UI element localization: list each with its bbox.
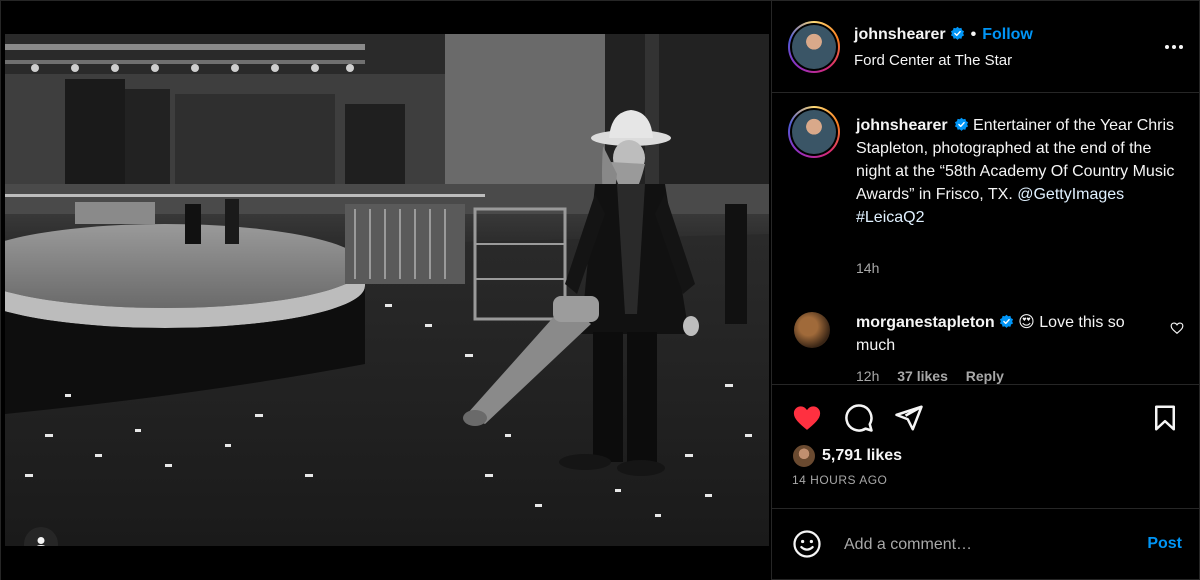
post-photo-illustration [5,34,769,546]
user-tag-icon [36,537,46,546]
photo-panel [1,1,771,580]
bookmark-icon[interactable] [1150,403,1180,433]
post-photo[interactable] [5,34,769,546]
header-separator: • [970,26,977,43]
author-avatar-image [792,25,836,69]
caption-hashtag-link[interactable]: #LeicaQ2 [856,209,925,226]
likes-row: 5,791 likes [792,443,902,469]
add-comment-bar: Post [772,509,1200,580]
heart-filled-icon[interactable] [792,403,822,433]
instagram-post-dialog: johnshearer • Follow Ford Center at The S… [0,0,1200,580]
follow-button[interactable]: Follow [982,26,1033,43]
comment-like-heart-icon[interactable] [1170,321,1184,335]
comment-time[interactable]: 12h [856,368,879,384]
comment-emoji: 😍 [1018,314,1035,331]
post-time-ago[interactable]: 14 HOURS AGO [792,473,887,487]
liker-avatar[interactable] [792,444,816,468]
comment-meta: 12h 37 likes Reply [856,368,1018,384]
post-header: johnshearer • Follow Ford Center at The S… [772,1,1200,93]
caption-username[interactable]: johnshearer [856,117,948,134]
comment-likes[interactable]: 37 likes [897,368,948,384]
verified-badge-icon [954,117,968,131]
post-comment-button[interactable]: Post [1147,535,1182,553]
verified-badge-icon [950,26,964,40]
reply-button[interactable]: Reply [966,368,1004,384]
post-actions: 5,791 likes 14 HOURS AGO [772,384,1200,509]
likes-count[interactable]: 5,791 likes [822,447,902,465]
caption-timestamp[interactable]: 14h [856,260,879,276]
author-avatar[interactable] [788,21,840,73]
post-location[interactable]: Ford Center at The Star [854,52,1012,69]
comment-icon[interactable] [844,403,874,433]
author-username[interactable]: johnshearer [854,26,946,43]
commenter-avatar[interactable] [794,312,830,348]
post-side-panel: johnshearer • Follow Ford Center at The S… [771,1,1200,580]
comment-input[interactable] [844,531,1134,559]
caption-author-avatar[interactable] [788,106,840,158]
smiley-icon[interactable] [792,529,822,559]
more-options-icon[interactable] [1162,35,1186,59]
paper-plane-icon[interactable] [894,403,924,433]
comments-section[interactable]: johnshearer Entertainer of the Year Chri… [772,94,1200,384]
post-caption: johnshearer Entertainer of the Year Chri… [856,114,1176,229]
caption-mention-link[interactable]: @GettyImages [1017,186,1124,203]
comment-body: morganestapleton 😍 Love this so much [856,311,1146,357]
comment-username[interactable]: morganestapleton [856,314,995,331]
caption-avatar-image [792,110,836,154]
verified-badge-icon [999,314,1013,328]
header-author-line: johnshearer • Follow [854,26,1033,44]
